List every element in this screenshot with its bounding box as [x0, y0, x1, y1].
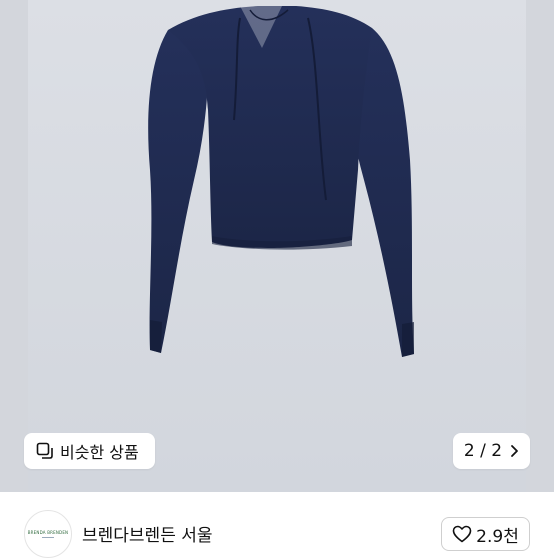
seller-avatar[interactable]: BRENDA BRENDEN [24, 510, 72, 558]
product-image[interactable]: 비슷한 상품 2 / 2 [0, 0, 554, 492]
seller-name[interactable]: 브렌다브렌든 서울 [82, 521, 213, 546]
image-pager[interactable]: 2 / 2 [453, 433, 530, 469]
chevron-right-icon [510, 444, 519, 458]
navy-sweater-image [148, 6, 414, 357]
pager-text: 2 / 2 [463, 441, 503, 461]
similar-items-button[interactable]: 비슷한 상품 [24, 433, 155, 469]
seller-avatar-logo-underline [42, 537, 54, 538]
similar-items-icon [36, 442, 54, 460]
similar-items-label: 비슷한 상품 [60, 443, 139, 462]
like-button[interactable]: 2.9천 [441, 517, 530, 551]
heart-outline-icon [452, 525, 472, 543]
seller-avatar-logo: BRENDA BRENDEN [27, 530, 69, 535]
like-count: 2.9천 [476, 526, 519, 547]
